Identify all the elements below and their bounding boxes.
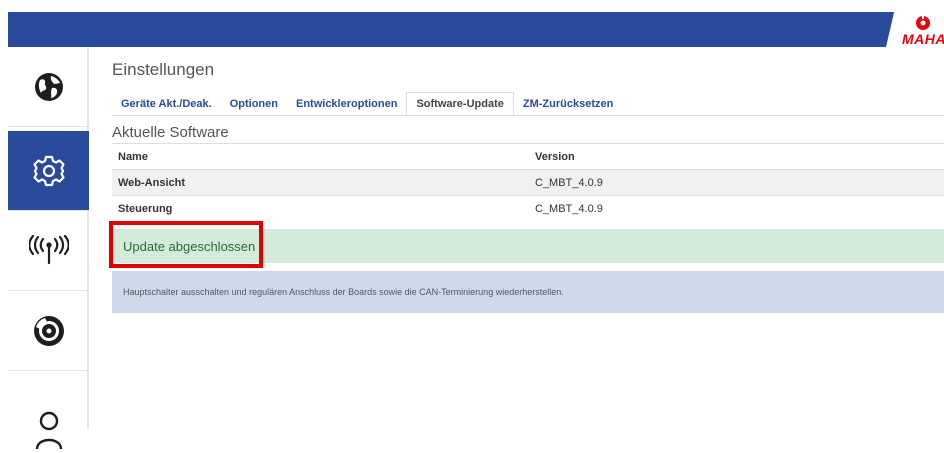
software-version: C_MBT_4.0.9 [535, 202, 603, 215]
info-alert: Hauptschalter ausschalten und regulären … [112, 271, 944, 313]
software-name: Steuerung [118, 202, 173, 215]
antenna-icon [28, 234, 69, 264]
section-title: Aktuelle Software [112, 124, 229, 141]
tab-software-update[interactable]: Software-Update [406, 92, 514, 116]
software-table: Name Version Web-Ansicht C_MBT_4.0.9 Ste… [112, 143, 944, 221]
logo-mark-icon [916, 15, 930, 30]
software-name: Web-Ansicht [118, 176, 186, 189]
table-row: Web-Ansicht C_MBT_4.0.9 [112, 169, 944, 195]
settings-tabs: Geräte Akt./Deak. Optionen Entwickleropt… [112, 92, 622, 116]
sidebar [8, 47, 89, 450]
software-version: C_MBT_4.0.9 [535, 176, 603, 189]
column-header-version: Version [535, 150, 575, 163]
sidebar-item-user[interactable] [8, 371, 89, 451]
table-row: Steuerung C_MBT_4.0.9 [112, 195, 944, 221]
tab-optionen[interactable]: Optionen [221, 92, 287, 116]
gear-icon [32, 155, 65, 186]
highlight-box [109, 221, 263, 268]
logo-text: MAHA [902, 31, 944, 47]
sidebar-item-globe[interactable] [8, 47, 89, 127]
top-bar [8, 12, 944, 47]
user-icon [35, 411, 62, 450]
page-title: Einstellungen [112, 60, 215, 79]
sidebar-item-wireless[interactable] [8, 211, 89, 291]
tab-zm-zuruecksetzen[interactable]: ZM-Zurücksetzen [514, 92, 622, 116]
tab-geraete[interactable]: Geräte Akt./Deak. [112, 92, 221, 116]
tab-entwickleroptionen[interactable]: Entwickleroptionen [287, 92, 406, 116]
table-header: Name Version [112, 143, 944, 169]
column-header-name: Name [118, 150, 148, 163]
info-message: Hauptschalter ausschalten und regulären … [123, 287, 564, 297]
sidebar-item-settings[interactable] [8, 131, 89, 211]
maha-logo: MAHA [886, 12, 944, 47]
brake-disc-icon [33, 315, 64, 346]
globe-icon [34, 72, 63, 101]
tab-divider [112, 115, 944, 116]
sidebar-item-brakes[interactable] [8, 291, 89, 371]
